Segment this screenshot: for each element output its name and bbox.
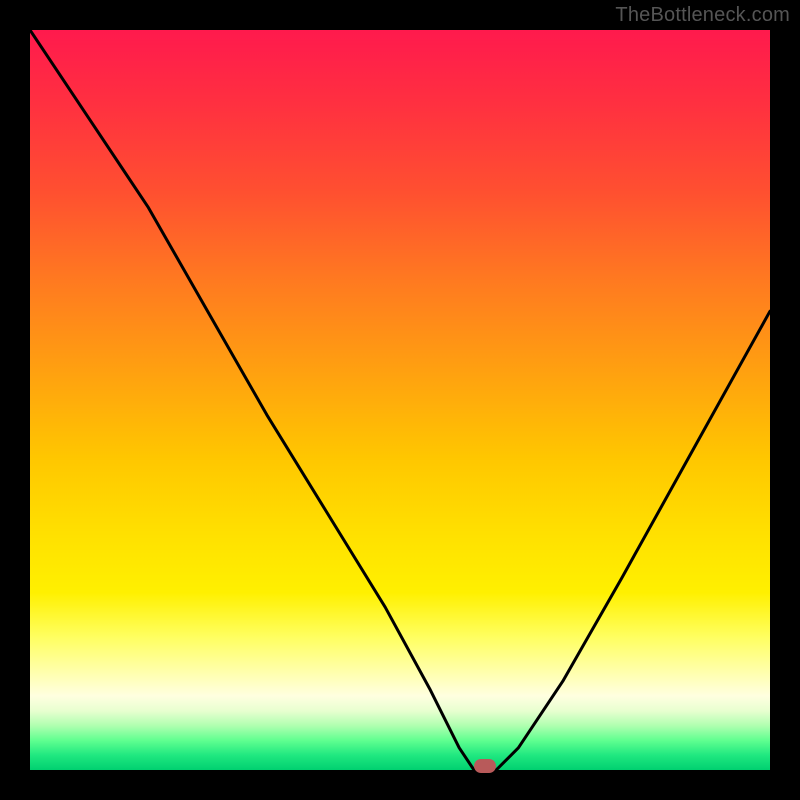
watermark-text: TheBottleneck.com bbox=[615, 4, 790, 27]
optimal-marker bbox=[474, 759, 496, 773]
bottleneck-curve bbox=[30, 30, 770, 770]
chart-plot-area bbox=[30, 30, 770, 770]
